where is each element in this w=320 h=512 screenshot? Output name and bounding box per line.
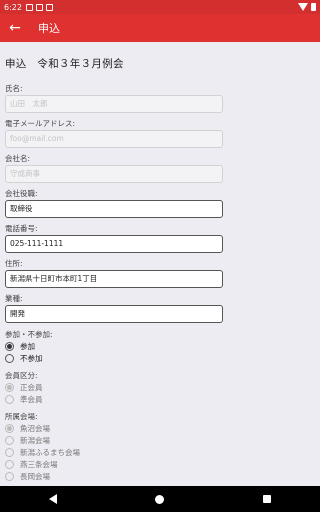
nav-recents-icon[interactable] bbox=[262, 495, 271, 503]
radio-unchecked-icon bbox=[5, 471, 14, 481]
battery-icon bbox=[311, 3, 316, 11]
app-bar-title: 申込 bbox=[38, 22, 60, 35]
email-label: 電子メールアドレス: bbox=[5, 119, 76, 128]
name-input: 山田 太郎 bbox=[5, 95, 223, 113]
venue-option-label: 燕三条会場 bbox=[20, 459, 58, 469]
venue-option-tsubame-sanjo: 燕三条会場 bbox=[5, 458, 315, 470]
industry-field-group: 業種: 開発 bbox=[5, 294, 315, 323]
radio-unchecked-icon[interactable] bbox=[5, 353, 14, 363]
form-content[interactable]: 申込 令和３年３月例会 氏名: 山田 太郎 電子メールアドレス: foo@mai… bbox=[0, 42, 320, 486]
position-field-group: 会社役職: 取締役 bbox=[5, 189, 315, 218]
address-field-group: 住所: 新潟県十日町市本町1丁目 bbox=[5, 259, 315, 288]
page-title: 申込 令和３年３月例会 bbox=[5, 58, 124, 70]
venue-option-label: 新潟会場 bbox=[20, 435, 50, 445]
system-nav-bar bbox=[0, 486, 320, 512]
venue-option-uonuma: 魚沼会場 bbox=[5, 422, 315, 434]
address-input[interactable]: 新潟県十日町市本町1丁目 bbox=[5, 270, 223, 288]
radio-checked-icon bbox=[5, 382, 14, 392]
status-time: 6:22 bbox=[4, 2, 22, 12]
notification-icon bbox=[25, 3, 33, 11]
member-type-option-associate: 準会員 bbox=[5, 393, 315, 405]
radio-checked-icon bbox=[5, 423, 14, 433]
venue-option-label: 長岡会場 bbox=[20, 471, 50, 481]
company-field-group: 会社名: 守成商事 bbox=[5, 154, 315, 183]
position-label: 会社役職: bbox=[5, 189, 38, 198]
attendance-option-label: 不参加 bbox=[20, 353, 43, 363]
attendance-group: 参加・不参加: 参加 不参加 bbox=[5, 329, 315, 364]
email-field-group: 電子メールアドレス: foo@mail.com bbox=[5, 119, 315, 148]
attendance-option-attend[interactable]: 参加 bbox=[5, 340, 315, 352]
phone-label: 電話番号: bbox=[5, 224, 38, 233]
app-bar: ← 申込 bbox=[0, 14, 320, 42]
position-input[interactable]: 取締役 bbox=[5, 200, 223, 218]
arrow-back-icon[interactable]: ← bbox=[2, 14, 28, 42]
radio-unchecked-icon bbox=[5, 435, 14, 445]
venue-option-niigata-furumachi: 新潟ふるまち会場 bbox=[5, 446, 315, 458]
phone-input[interactable]: 025-111-1111 bbox=[5, 235, 223, 253]
company-input: 守成商事 bbox=[5, 165, 223, 183]
attendance-label: 参加・不参加: bbox=[5, 330, 53, 339]
address-label: 住所: bbox=[5, 259, 23, 268]
venue-group: 所属会場: 魚沼会場 新潟会場 新潟ふるまち会場 燕三条会場 長岡会場 bbox=[5, 411, 315, 482]
venue-option-niigata: 新潟会場 bbox=[5, 434, 315, 446]
radio-unchecked-icon bbox=[5, 447, 14, 457]
venue-option-label: 魚沼会場 bbox=[20, 423, 50, 433]
member-type-option-label: 正会員 bbox=[20, 382, 43, 392]
radio-unchecked-icon bbox=[5, 394, 14, 404]
cast-icon bbox=[35, 3, 43, 11]
industry-input[interactable]: 開発 bbox=[5, 305, 223, 323]
radio-unchecked-icon bbox=[5, 459, 14, 469]
member-type-option-label: 準会員 bbox=[20, 394, 43, 404]
sd-icon bbox=[45, 3, 53, 11]
attendance-option-absent[interactable]: 不参加 bbox=[5, 352, 315, 364]
nav-home-icon[interactable] bbox=[155, 494, 165, 504]
member-type-group: 会員区分: 正会員 準会員 bbox=[5, 370, 315, 405]
member-type-option-regular: 正会員 bbox=[5, 381, 315, 393]
email-input: foo@mail.com bbox=[5, 130, 223, 148]
name-label: 氏名: bbox=[5, 84, 23, 93]
industry-label: 業種: bbox=[5, 294, 23, 303]
venue-option-label: 新潟ふるまち会場 bbox=[20, 447, 80, 457]
name-field-group: 氏名: 山田 太郎 bbox=[5, 84, 315, 113]
venue-label: 所属会場: bbox=[5, 412, 38, 421]
attendance-option-label: 参加 bbox=[20, 341, 35, 351]
status-bar: 6:22 bbox=[0, 0, 320, 14]
venue-option-nagaoka: 長岡会場 bbox=[5, 470, 315, 482]
radio-checked-icon[interactable] bbox=[5, 341, 14, 351]
phone-field-group: 電話番号: 025-111-1111 bbox=[5, 224, 315, 253]
member-type-label: 会員区分: bbox=[5, 371, 38, 380]
company-label: 会社名: bbox=[5, 154, 31, 163]
nav-back-icon[interactable] bbox=[49, 494, 58, 504]
wifi-icon bbox=[298, 3, 308, 11]
